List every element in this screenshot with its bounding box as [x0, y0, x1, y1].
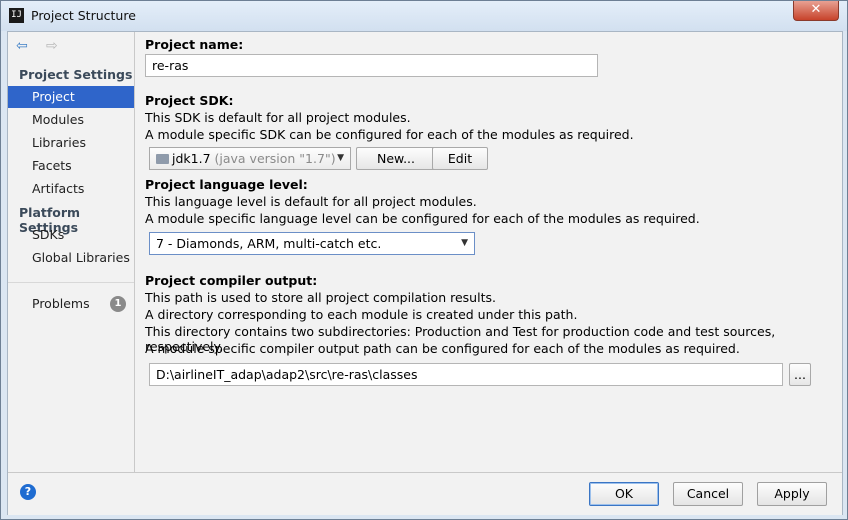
browse-button[interactable]: ... — [789, 363, 811, 386]
sidebar-item-artifacts[interactable]: Artifacts — [8, 178, 134, 200]
compiler-output-label: Project compiler output: — [145, 273, 318, 288]
sidebar-item-project[interactable]: Project — [8, 86, 134, 108]
project-settings-header: Project Settings — [19, 67, 133, 82]
compiler-output-description-line4: A module specific compiler output path c… — [145, 341, 740, 356]
dialog-footer: ? OK Cancel Apply — [8, 472, 842, 515]
chevron-down-icon: ▼ — [461, 238, 468, 248]
sdk-description-line2: A module specific SDK can be configured … — [145, 127, 634, 142]
cancel-button[interactable]: Cancel — [673, 482, 743, 506]
sdk-dropdown[interactable]: jdk1.7 (java version "1.7") ▼ — [149, 147, 351, 170]
sidebar-item-sdks[interactable]: SDKs — [8, 224, 134, 246]
compiler-output-description-line2: A directory corresponding to each module… — [145, 307, 578, 322]
sdk-selected-value: jdk1.7 — [172, 151, 211, 166]
close-button[interactable]: ✕ — [793, 1, 839, 21]
folder-icon — [156, 154, 169, 164]
project-sdk-label: Project SDK: — [145, 93, 234, 108]
close-icon: ✕ — [810, 2, 822, 17]
project-name-label: Project name: — [145, 37, 244, 52]
sidebar-item-global-libraries[interactable]: Global Libraries — [8, 247, 134, 269]
title-bar[interactable]: IJ Project Structure ✕ — [1, 1, 847, 31]
problems-count-badge: 1 — [110, 296, 126, 312]
problems-label: Problems — [32, 296, 90, 311]
compiler-output-description-line1: This path is used to store all project c… — [145, 290, 496, 305]
sidebar-item-problems[interactable]: Problems 1 — [8, 293, 134, 315]
sidebar-item-libraries[interactable]: Libraries — [8, 132, 134, 154]
language-level-description-line1: This language level is default for all p… — [145, 194, 477, 209]
sidebar-item-facets[interactable]: Facets — [8, 155, 134, 177]
chevron-down-icon: ▼ — [337, 153, 344, 163]
window-title: Project Structure — [31, 8, 136, 23]
new-sdk-button[interactable]: New... — [356, 147, 436, 170]
compiler-output-path-input[interactable]: D:\airlineIT_adap\adap2\src\re-ras\class… — [149, 363, 783, 386]
sdk-description-line1: This SDK is default for all project modu… — [145, 110, 411, 125]
ok-button[interactable]: OK — [589, 482, 659, 506]
dialog-body: ⇦ ⇨ Project Settings Project Modules Lib… — [7, 31, 843, 515]
sidebar-item-modules[interactable]: Modules — [8, 109, 134, 131]
language-level-dropdown[interactable]: 7 - Diamonds, ARM, multi-catch etc. ▼ — [149, 232, 475, 255]
language-level-description-line2: A module specific language level can be … — [145, 211, 700, 226]
apply-button[interactable]: Apply — [757, 482, 827, 506]
nav-arrows: ⇦ ⇨ — [16, 38, 64, 54]
project-settings-panel: Project name: re-ras Project SDK: This S… — [135, 32, 842, 472]
arrow-left-icon[interactable]: ⇦ — [16, 38, 34, 54]
edit-sdk-button[interactable]: Edit — [432, 147, 488, 170]
language-level-label: Project language level: — [145, 177, 308, 192]
language-level-selected-value: 7 - Diamonds, ARM, multi-catch etc. — [156, 236, 382, 251]
arrow-right-icon[interactable]: ⇨ — [46, 38, 64, 54]
intellij-app-icon: IJ — [9, 8, 24, 23]
project-structure-window: IJ Project Structure ✕ ⇦ ⇨ Project Setti… — [0, 0, 848, 520]
sidebar: ⇦ ⇨ Project Settings Project Modules Lib… — [8, 32, 135, 472]
sidebar-divider — [8, 282, 134, 283]
sdk-selected-detail: (java version "1.7") — [214, 151, 336, 166]
help-icon[interactable]: ? — [20, 484, 36, 500]
project-name-input[interactable]: re-ras — [145, 54, 598, 77]
